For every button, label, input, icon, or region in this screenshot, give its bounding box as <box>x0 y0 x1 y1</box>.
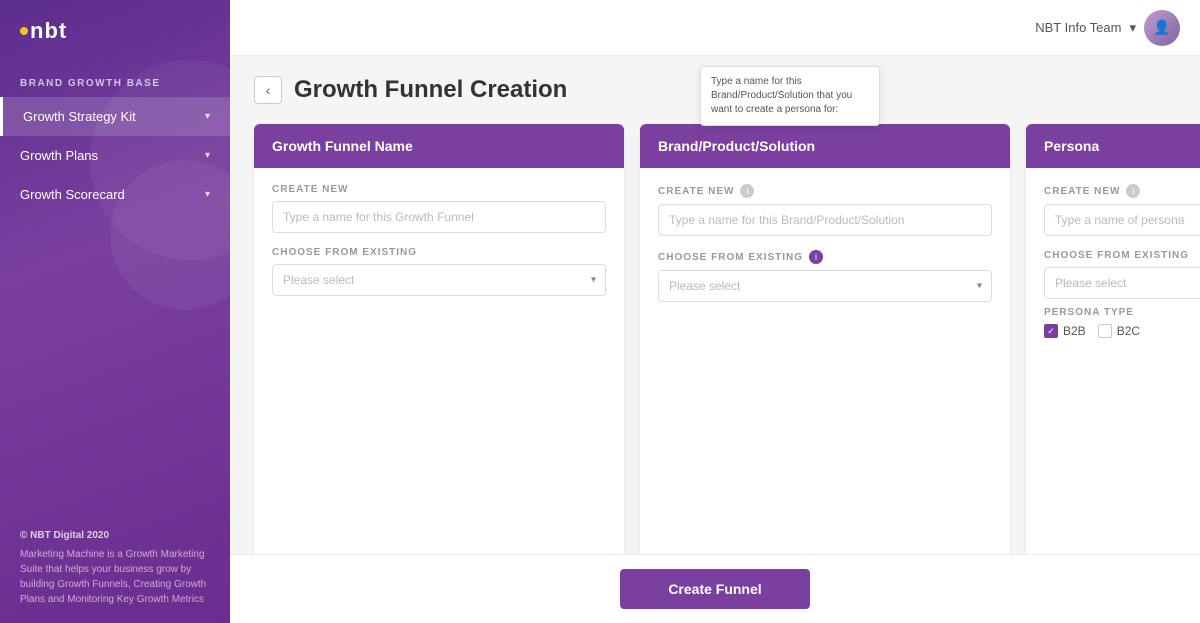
persona-info-icon[interactable]: i <box>1126 184 1140 198</box>
copyright-text: © NBT Digital 2020 <box>20 528 210 543</box>
funnel-name-select[interactable]: Please select <box>272 264 606 296</box>
persona-type-label: PERSONA TYPE <box>1044 307 1200 318</box>
topbar-user[interactable]: NBT Info Team ▾ 👤 <box>1035 10 1180 46</box>
funnel-name-card-body: CREATE NEW CHOOSE FROM EXISTING Please s… <box>254 168 624 312</box>
brand-info-icon[interactable]: i <box>740 184 754 198</box>
brand-create-new-label: CREATE NEW <box>658 186 734 197</box>
brand-name-input[interactable] <box>658 204 992 236</box>
logo-dot <box>20 27 28 35</box>
persona-name-input[interactable] <box>1044 204 1200 236</box>
chevron-icon: ▾ <box>205 111 210 122</box>
persona-card: Persona CREATE NEW i CHOOSE FROM EXISTIN… <box>1026 124 1200 554</box>
topbar: NBT Info Team ▾ 👤 <box>230 0 1200 56</box>
brand-select[interactable]: Please select <box>658 270 992 302</box>
persona-create-new-label: CREATE NEW <box>1044 186 1120 197</box>
sidebar-item-growth-strategy-kit[interactable]: Growth Strategy Kit ▾ <box>0 97 230 136</box>
sidebar-item-label: Growth Plans <box>20 148 98 163</box>
sidebar-item-growth-scorecard[interactable]: Growth Scorecard ▾ <box>0 175 230 214</box>
brand-choose-info-icon[interactable]: i <box>809 250 823 264</box>
sidebar: nbt BRAND GROWTH BASE Growth Strategy Ki… <box>0 0 230 623</box>
sidebar-item-label: Growth Strategy Kit <box>23 109 136 124</box>
funnel-name-input[interactable] <box>272 201 606 233</box>
brand-choose-existing-label: CHOOSE FROM EXISTING <box>658 252 803 263</box>
avatar-image: 👤 <box>1144 10 1180 46</box>
funnel-name-select-wrapper: Please select ▾ <box>272 264 606 296</box>
sidebar-item-label: Growth Scorecard <box>20 187 125 202</box>
main-content: NBT Info Team ▾ 👤 ‹ Growth Funnel Creati… <box>230 0 1200 623</box>
sidebar-logo: nbt <box>0 0 230 62</box>
create-funnel-button[interactable]: Create Funnel <box>620 569 809 609</box>
sidebar-item-growth-plans[interactable]: Growth Plans ▾ <box>0 136 230 175</box>
persona-card-body: CREATE NEW i CHOOSE FROM EXISTING Please… <box>1026 168 1200 354</box>
funnel-name-card: Growth Funnel Name CREATE NEW CHOOSE FRO… <box>254 124 624 554</box>
chevron-icon: ▾ <box>205 189 210 200</box>
brand-choose-existing-row: CHOOSE FROM EXISTING i <box>658 250 992 264</box>
brand-card: Brand/Product/Solution CREATE NEW i Type… <box>640 124 1010 554</box>
choose-existing-label: CHOOSE FROM EXISTING <box>272 247 606 258</box>
sidebar-section-label: BRAND GROWTH BASE <box>0 62 230 97</box>
check-icon: ✓ <box>1047 326 1055 337</box>
persona-choose-existing-label: CHOOSE FROM EXISTING <box>1044 250 1200 261</box>
persona-create-new-row: CREATE NEW i <box>1044 184 1200 198</box>
persona-select[interactable]: Please select <box>1044 267 1200 299</box>
footer-description: Marketing Machine is a Growth Marketing … <box>20 547 210 607</box>
top-cards-row: Growth Funnel Name CREATE NEW CHOOSE FRO… <box>254 124 1176 554</box>
persona-type-row: ✓ B2B B2C <box>1044 324 1200 338</box>
avatar: 👤 <box>1144 10 1180 46</box>
bottom-bar: Create Funnel <box>230 554 1200 623</box>
brand-create-new-row: CREATE NEW i <box>658 184 992 198</box>
create-new-label: CREATE NEW <box>272 184 606 195</box>
chevron-icon: ▾ <box>205 150 210 161</box>
logo-text: nbt <box>30 18 67 44</box>
page-title: Growth Funnel Creation <box>294 76 567 104</box>
b2b-label: B2B <box>1063 324 1086 338</box>
funnel-name-card-header: Growth Funnel Name <box>254 124 624 168</box>
brand-select-wrapper: Please select ▾ <box>658 270 992 302</box>
persona-card-header: Persona <box>1026 124 1200 168</box>
persona-select-wrapper: Please select ▾ <box>1044 267 1200 299</box>
sidebar-footer: © NBT Digital 2020 Marketing Machine is … <box>0 512 230 623</box>
brand-tooltip: Type a name for this Brand/Product/Solut… <box>700 66 880 126</box>
brand-card-body: CREATE NEW i Type a name for this Brand/… <box>640 168 1010 318</box>
b2c-checkbox[interactable] <box>1098 324 1112 338</box>
content-area: ‹ Growth Funnel Creation Growth Funnel N… <box>230 56 1200 554</box>
b2b-checkbox[interactable]: ✓ <box>1044 324 1058 338</box>
brand-card-header: Brand/Product/Solution <box>640 124 1010 168</box>
chevron-down-icon: ▾ <box>1129 20 1136 36</box>
b2b-checkbox-label[interactable]: ✓ B2B <box>1044 324 1086 338</box>
team-name: NBT Info Team <box>1035 20 1121 35</box>
back-button[interactable]: ‹ <box>254 76 282 104</box>
b2c-label: B2C <box>1117 324 1140 338</box>
b2c-checkbox-label[interactable]: B2C <box>1098 324 1140 338</box>
